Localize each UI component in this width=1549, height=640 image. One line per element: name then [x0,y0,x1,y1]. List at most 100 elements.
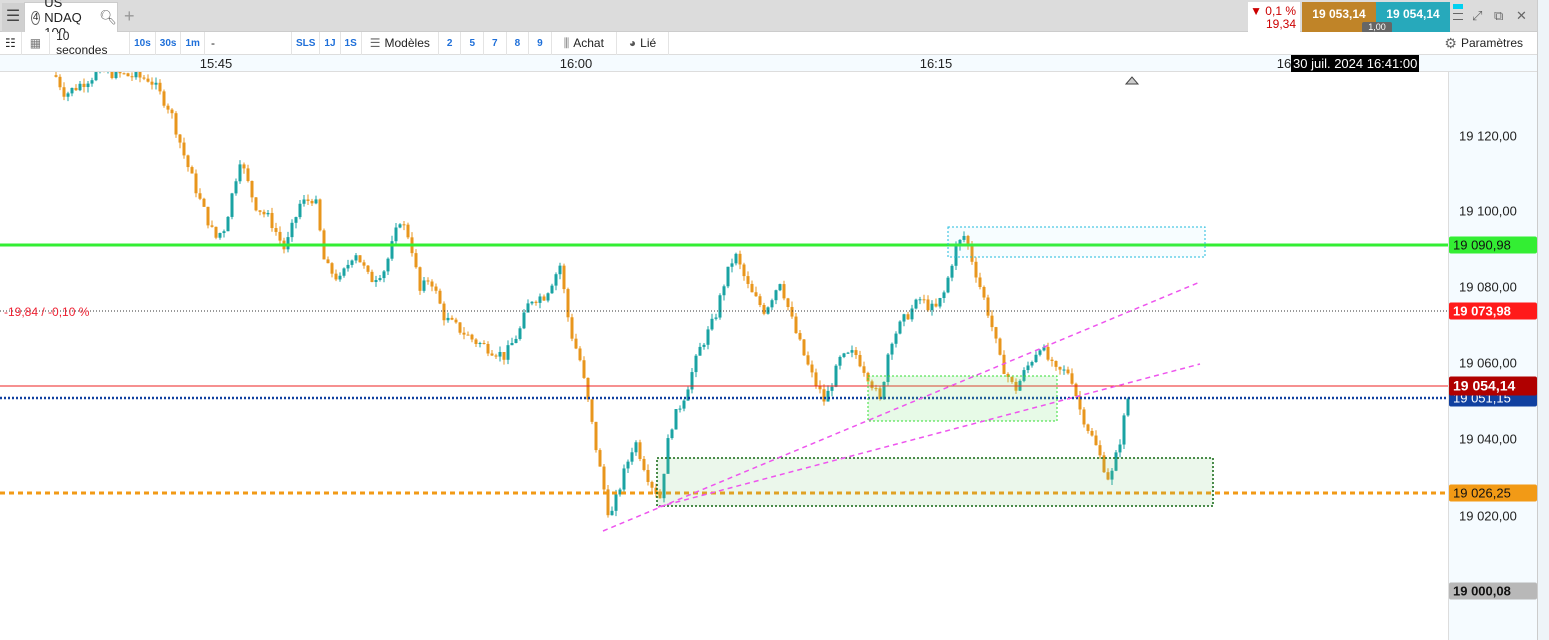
candle-body [790,306,794,317]
ask-price: 19 054,14 [1386,7,1440,21]
candle-body [758,296,762,305]
maximize-icon[interactable]: ⤢ [1472,8,1482,24]
candle-body [1122,415,1126,445]
model-slot-8[interactable]: 8 [507,31,530,55]
popout-icon[interactable]: ⧉ [1494,8,1503,24]
candle-body [842,353,846,357]
candle-body [822,389,826,402]
grid-layout-icon[interactable]: ▦ [22,31,51,55]
candle-body [674,409,678,430]
candle-body [990,315,994,328]
candle-body [1082,409,1086,425]
candle-body [922,299,926,301]
settings-button[interactable]: ⚙ Paramètres [1438,32,1537,55]
price-axis[interactable]: 19 120,00 19 100,00 19 080,00 19 060,00 … [1448,72,1537,640]
candle-body [762,304,766,314]
models-button[interactable]: ☰ Modèles [362,31,439,55]
plus-icon[interactable]: + [124,6,135,27]
candle-body [902,314,906,322]
scroll-marker-icon [1124,76,1140,85]
candle-body [462,332,466,335]
candle-body [434,286,438,291]
layout-icon[interactable] [1453,4,1463,28]
model-slot-9[interactable]: 9 [529,31,552,55]
range-1s[interactable]: 1S [341,31,362,55]
candle-body [1070,373,1074,384]
candle-body [582,360,586,378]
candle-body [834,365,838,387]
tab-number-badge: 4 [31,10,41,25]
interval-30s[interactable]: 30s [156,31,182,55]
candle-body [506,345,510,360]
tab-us-ndaq-100[interactable]: 4 US NDAQ 100 🔍︎ [24,0,118,40]
candle-body [626,461,630,469]
candle-body [726,266,730,287]
candle-body [326,259,330,264]
model-slot-2[interactable]: 2 [439,31,462,55]
linked-button[interactable]: ◕ Lié [617,31,670,55]
candle-body [1094,435,1098,446]
close-icon[interactable]: ✕ [1516,8,1527,24]
candle-body [1126,398,1130,416]
interval-more[interactable]: - [205,31,292,55]
candle-body [1034,354,1038,363]
candle-body [1062,369,1066,371]
scrollbar[interactable] [1537,0,1549,640]
candle-body [490,353,494,356]
candle-body [1098,445,1102,456]
candle-body [514,338,518,344]
candle-body [894,333,898,344]
interval-10s[interactable]: 10s [130,31,156,55]
candle-body [566,289,570,318]
candle-body [170,109,174,114]
candle-body [474,339,478,344]
quote-change: ▼ 0,1 % 19,34 [1248,2,1300,32]
interval-select[interactable]: 10 secondes [50,29,131,57]
linked-label: Lié [640,36,657,50]
candle-body [714,317,718,319]
range-sls[interactable]: SLS [292,31,321,55]
candle-body [630,452,634,462]
hamburger-icon[interactable]: ☰ [2,3,24,32]
candle-body [370,271,374,283]
candle-body [846,352,850,354]
candle-body [594,421,598,451]
candles [54,72,1130,518]
link-circle-icon: ◕ [628,36,637,50]
candle-body [254,197,258,211]
candle-body [450,317,454,320]
candle-body [1058,366,1062,370]
candle-body [62,87,66,97]
candle-body [210,225,214,227]
light-green-zone-rectangle [867,375,1058,422]
model-slot-5[interactable]: 5 [461,31,484,55]
candle-body [906,314,910,320]
candle-body [678,408,682,410]
candle-body [150,81,154,85]
search-icon[interactable]: 🔍︎ [99,9,117,26]
candle-body [494,355,498,357]
candle-body [294,217,298,223]
candle-body [374,280,378,283]
candle-body [1026,365,1030,371]
interval-1m[interactable]: 1m [181,31,205,55]
candle-body [110,72,114,79]
buy-chart-button[interactable]: ⫼ Achat [552,31,617,55]
candle-body [446,317,450,321]
candle-body [394,227,398,242]
candle-body [354,255,358,261]
price-label: 19 080,00 [1459,279,1517,295]
candle-body [274,228,278,232]
price-label: 19 040,00 [1459,431,1517,447]
list-icon[interactable]: ☷ [0,31,22,55]
candle-body [138,72,142,78]
candle-body [890,343,894,355]
model-slot-7[interactable]: 7 [484,31,507,55]
cyan-zone-rectangle [947,226,1206,258]
candle-body [90,80,94,84]
candle-body [622,468,626,490]
range-1j[interactable]: 1J [320,31,341,55]
candle-body [130,76,134,78]
candle-body [1046,346,1050,360]
price-chart[interactable] [0,72,1448,640]
